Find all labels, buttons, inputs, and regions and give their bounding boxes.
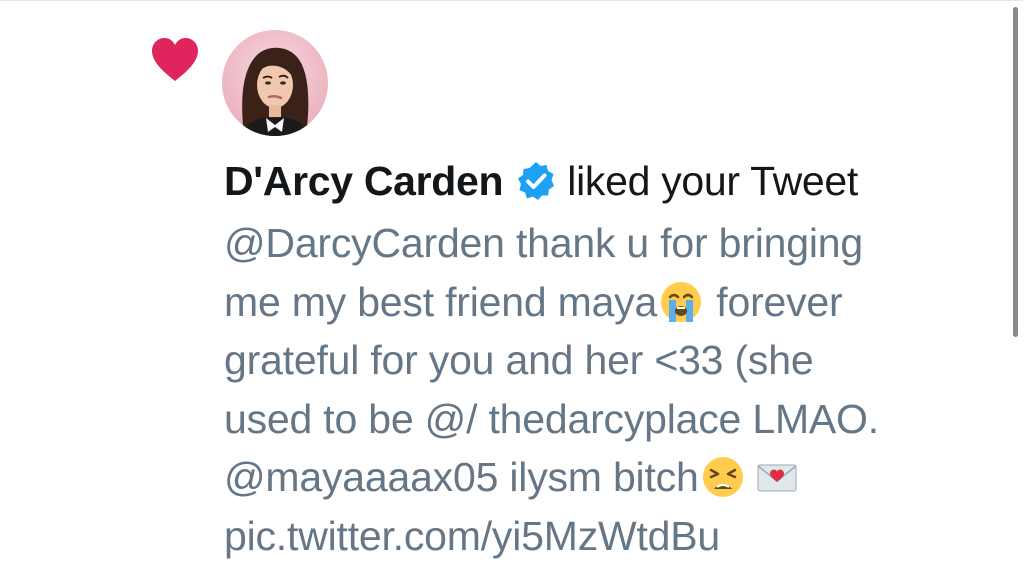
tweet-line: me my best friend maya forever bbox=[224, 273, 994, 332]
tweet-line-text: grateful for you and her <33 (she bbox=[224, 337, 814, 383]
love-letter-emoji bbox=[757, 464, 797, 492]
tweet-line: used to be @/ thedarcyplace LMAO. bbox=[224, 390, 994, 449]
tweet-line-text: me my best friend maya bbox=[224, 278, 658, 325]
tweet-line-text: @DarcyCarden thank u for bringing bbox=[224, 220, 863, 266]
notification-screen: D'Arcy Carden liked your Tweet @DarcyCar… bbox=[0, 0, 1024, 578]
actor-name[interactable]: D'Arcy Carden bbox=[224, 158, 504, 205]
heart-icon bbox=[152, 38, 198, 81]
tweet-link[interactable]: pic.twitter.com/yi5MzWtdBu bbox=[224, 513, 720, 559]
avatar-image bbox=[222, 30, 328, 136]
like-notification[interactable]: D'Arcy Carden liked your Tweet @DarcyCar… bbox=[0, 1, 1000, 578]
tweet-line: pic.twitter.com/yi5MzWtdBu bbox=[224, 507, 994, 566]
tweet-line-text: used to be @/ thedarcyplace LMAO. bbox=[224, 395, 879, 442]
loudly-crying-face-emoji bbox=[661, 281, 702, 322]
tweet-line-text: @mayaaaax05 ilysm bitch bbox=[224, 454, 699, 500]
verified-badge-icon bbox=[518, 162, 555, 200]
tweet-text[interactable]: @DarcyCarden thank u for bringing me my … bbox=[224, 214, 994, 565]
action-text: liked your Tweet bbox=[567, 157, 858, 204]
notification-headline: D'Arcy Carden liked your Tweet bbox=[224, 153, 858, 209]
tweet-line-text: forever bbox=[705, 278, 843, 325]
tweet-line: @mayaaaax05 ilysm bitch bbox=[224, 448, 994, 507]
tweet-line: grateful for you and her <33 (she bbox=[224, 331, 994, 390]
vertical-scrollbar[interactable] bbox=[1010, 1, 1024, 578]
scrollbar-thumb[interactable] bbox=[1013, 7, 1018, 337]
avatar[interactable] bbox=[222, 30, 328, 136]
tweet-line: @DarcyCarden thank u for bringing bbox=[224, 214, 994, 273]
weary-face-emoji bbox=[702, 457, 743, 497]
